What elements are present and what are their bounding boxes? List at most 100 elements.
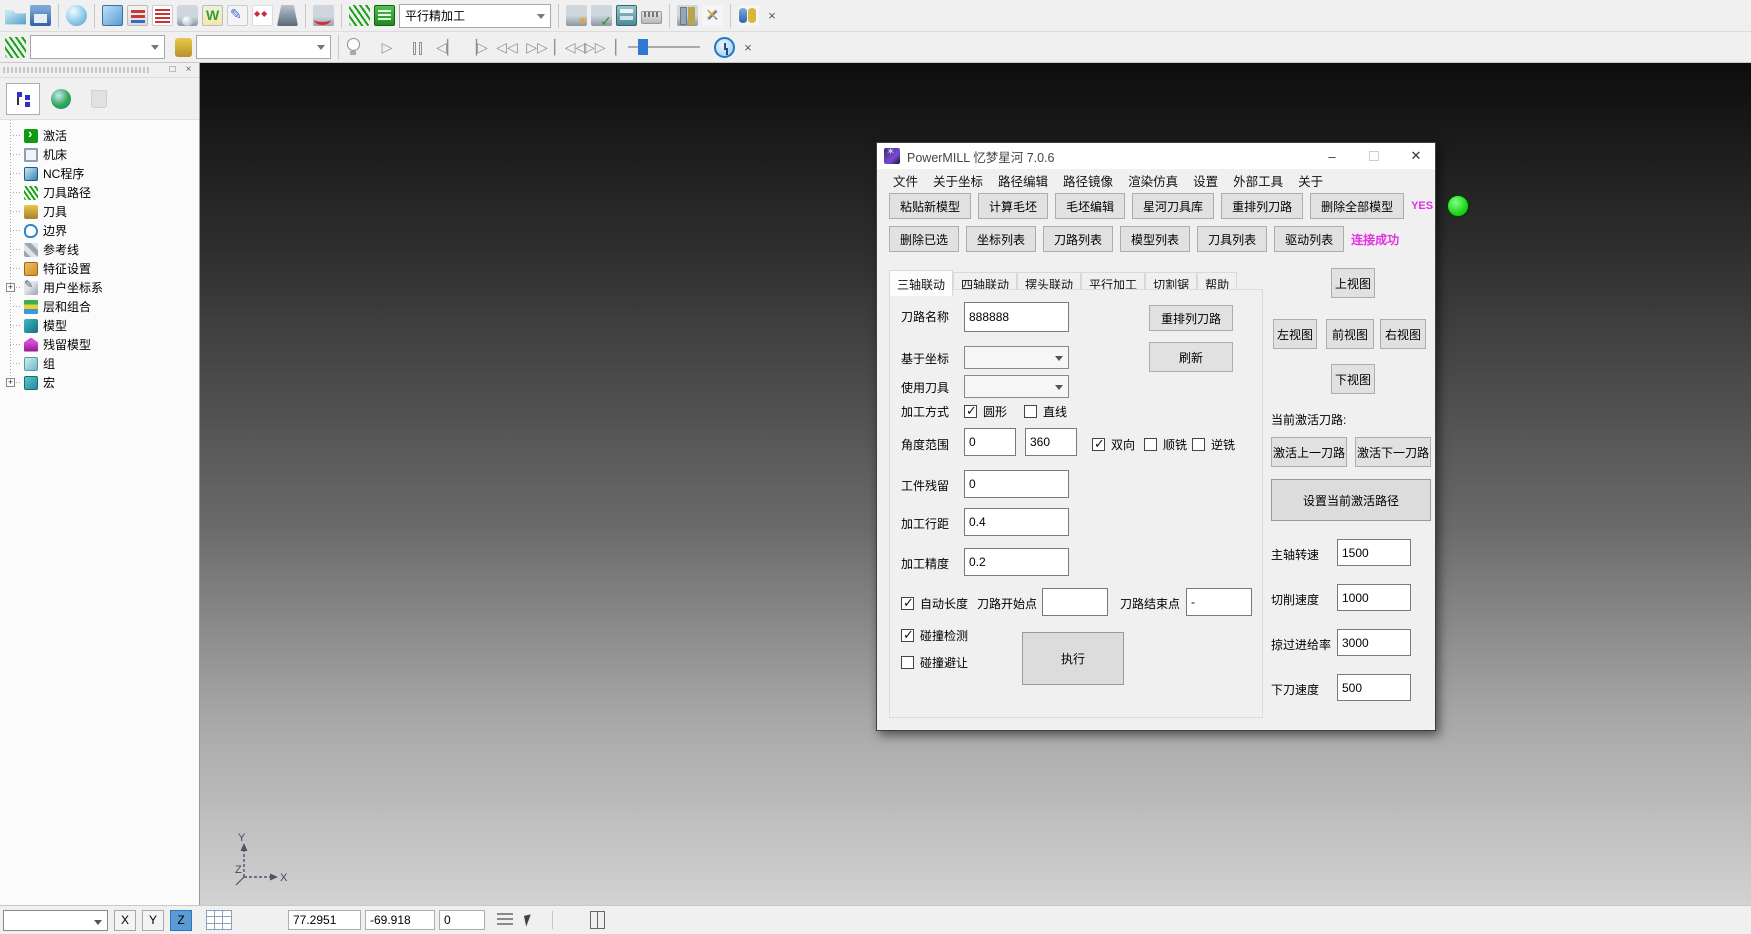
pause-icon[interactable] [404, 39, 430, 55]
tab-recycle[interactable] [82, 83, 116, 115]
minimize-button[interactable] [1315, 143, 1349, 169]
toolpath-spring-icon[interactable] [349, 5, 370, 26]
auto-length-checkbox[interactable] [901, 597, 914, 610]
toolholder-icon[interactable] [277, 5, 298, 26]
close-button[interactable] [1399, 143, 1433, 169]
climb-mill-checkbox[interactable] [1144, 438, 1157, 451]
menu-path-mirror[interactable]: 路径镜像 [1063, 171, 1113, 190]
delete-all-models-button[interactable]: 删除全部模型 [1310, 193, 1404, 219]
coordinate-list-button[interactable]: 坐标列表 [966, 226, 1036, 252]
tree-item-toolpaths[interactable]: 刀具路径 [6, 183, 199, 202]
refresh-button[interactable]: 刷新 [1149, 342, 1233, 372]
based-coordinate-select[interactable] [964, 346, 1069, 369]
tool-library-button[interactable]: 星河刀具库 [1132, 193, 1214, 219]
rearrange-toolpaths-button-2[interactable]: 重排列刀路 [1149, 305, 1233, 331]
toolpath-list-button[interactable]: 刀路列表 [1043, 226, 1113, 252]
tree-item-macros[interactable]: 宏 [6, 373, 199, 392]
stock-edit-button[interactable]: 毛坯编辑 [1055, 193, 1125, 219]
maximize-button[interactable] [1357, 143, 1391, 169]
rapid-feed-input[interactable] [1337, 629, 1411, 656]
view-front-button[interactable]: 前视图 [1326, 319, 1374, 349]
dialog-titlebar[interactable]: PowerMILL 忆梦星河 7.0.6 [877, 143, 1435, 169]
close-pane-icon[interactable] [182, 64, 195, 76]
menu-render-sim[interactable]: 渲染仿真 [1128, 171, 1178, 190]
collision-detect-checkbox[interactable] [901, 629, 914, 642]
tree-item-machine[interactable]: 机床 [6, 145, 199, 164]
skip-to-end-icon[interactable] [584, 39, 610, 56]
fast-forward-icon[interactable] [524, 39, 550, 56]
tab-3axis[interactable]: 三轴联动 [889, 270, 953, 296]
skip-to-start-icon[interactable] [554, 39, 580, 56]
axis-y-button[interactable]: Y [142, 910, 164, 931]
tool-check-icon[interactable] [591, 5, 612, 26]
cross-arrows-icon[interactable] [702, 5, 723, 26]
menu-external-tools[interactable]: 外部工具 [1233, 171, 1283, 190]
bidirectional-checkbox[interactable] [1092, 438, 1105, 451]
open-project-icon[interactable] [5, 5, 26, 26]
split-view-icon[interactable] [590, 911, 605, 929]
rewind-icon[interactable] [494, 39, 520, 56]
spindle-speed-input[interactable] [1337, 539, 1411, 566]
sim-toolbar-close-icon[interactable] [739, 38, 757, 56]
tool-list-button[interactable]: 刀具列表 [1197, 226, 1267, 252]
tree-item-boundaries[interactable]: 边界 [6, 221, 199, 240]
create-boundary-icon[interactable] [202, 5, 223, 26]
axis-z-button[interactable]: Z [170, 910, 192, 931]
drive-list-button[interactable]: 驱动列表 [1274, 226, 1344, 252]
tree-item-models[interactable]: 模型 [6, 316, 199, 335]
collision-check-icon[interactable] [313, 5, 334, 26]
tree-item-groups[interactable]: 组 [6, 354, 199, 373]
tree-item-nc-program[interactable]: NC程序 [6, 164, 199, 183]
activate-next-toolpath-button[interactable]: 激活下一刀路 [1355, 437, 1431, 467]
sim-toolpath-select[interactable] [30, 35, 165, 59]
step-forward-icon[interactable] [464, 39, 490, 56]
tree-item-activate[interactable]: 激活 [6, 126, 199, 145]
database-icon[interactable] [738, 5, 759, 26]
restore-pane-icon[interactable] [166, 64, 179, 76]
expand-icon[interactable] [6, 283, 15, 292]
tree-item-stock-models[interactable]: 残留模型 [6, 335, 199, 354]
rearrange-toolpaths-button[interactable]: 重排列刀路 [1221, 193, 1303, 219]
path-start-input[interactable] [1042, 588, 1108, 616]
tree-item-workplanes[interactable]: 用户坐标系 [6, 278, 199, 297]
clock-icon[interactable] [714, 37, 735, 58]
stock-lines-icon[interactable] [152, 5, 173, 26]
stock-allowance-input[interactable] [964, 470, 1069, 498]
grid-toggle-icon[interactable] [206, 910, 232, 930]
tool-spark-icon[interactable] [566, 5, 587, 26]
sim-tool-select[interactable] [196, 35, 331, 59]
line-mode-checkbox[interactable] [1024, 405, 1037, 418]
tab-explorer-tree[interactable] [6, 83, 40, 115]
view-top-button[interactable]: 上视图 [1331, 268, 1375, 298]
calculate-stock-button[interactable]: 计算毛坯 [978, 193, 1048, 219]
strategy-list-icon[interactable] [374, 5, 395, 26]
strategy-select[interactable]: 平行精加工 [399, 4, 551, 28]
menu-coordinates[interactable]: 关于坐标 [933, 171, 983, 190]
coordinate-y-field[interactable] [365, 910, 435, 930]
activate-prev-toolpath-button[interactable]: 激活上一刀路 [1271, 437, 1347, 467]
paste-new-model-button[interactable]: 粘贴新模型 [889, 193, 971, 219]
tree-item-tools[interactable]: 刀具 [6, 202, 199, 221]
expand-icon[interactable] [6, 378, 15, 387]
toolpath-spring-icon[interactable] [5, 37, 26, 58]
tolerance-input[interactable] [964, 548, 1069, 576]
save-project-icon[interactable] [30, 5, 51, 26]
cutting-feed-input[interactable] [1337, 584, 1411, 611]
angle-end-input[interactable] [1025, 428, 1077, 456]
slider-thumb[interactable] [638, 39, 648, 55]
menu-file[interactable]: 文件 [893, 171, 918, 190]
model-list-button[interactable]: 模型列表 [1120, 226, 1190, 252]
ruler-icon[interactable] [641, 11, 662, 24]
sim-speed-slider[interactable] [628, 39, 700, 55]
lightbulb-icon[interactable] [346, 37, 360, 57]
menu-about[interactable]: 关于 [1298, 171, 1323, 190]
delete-selected-button[interactable]: 删除已选 [889, 226, 959, 252]
circle-mode-checkbox[interactable] [964, 405, 977, 418]
angle-start-input[interactable] [964, 428, 1016, 456]
coordinate-z-field[interactable] [439, 910, 485, 930]
collision-avoid-checkbox[interactable] [901, 656, 914, 669]
tree-item-feature-sets[interactable]: 特征设置 [6, 259, 199, 278]
tab-web[interactable] [44, 83, 78, 115]
plunge-feed-input[interactable] [1337, 674, 1411, 701]
toolpath-name-input[interactable] [964, 302, 1069, 332]
